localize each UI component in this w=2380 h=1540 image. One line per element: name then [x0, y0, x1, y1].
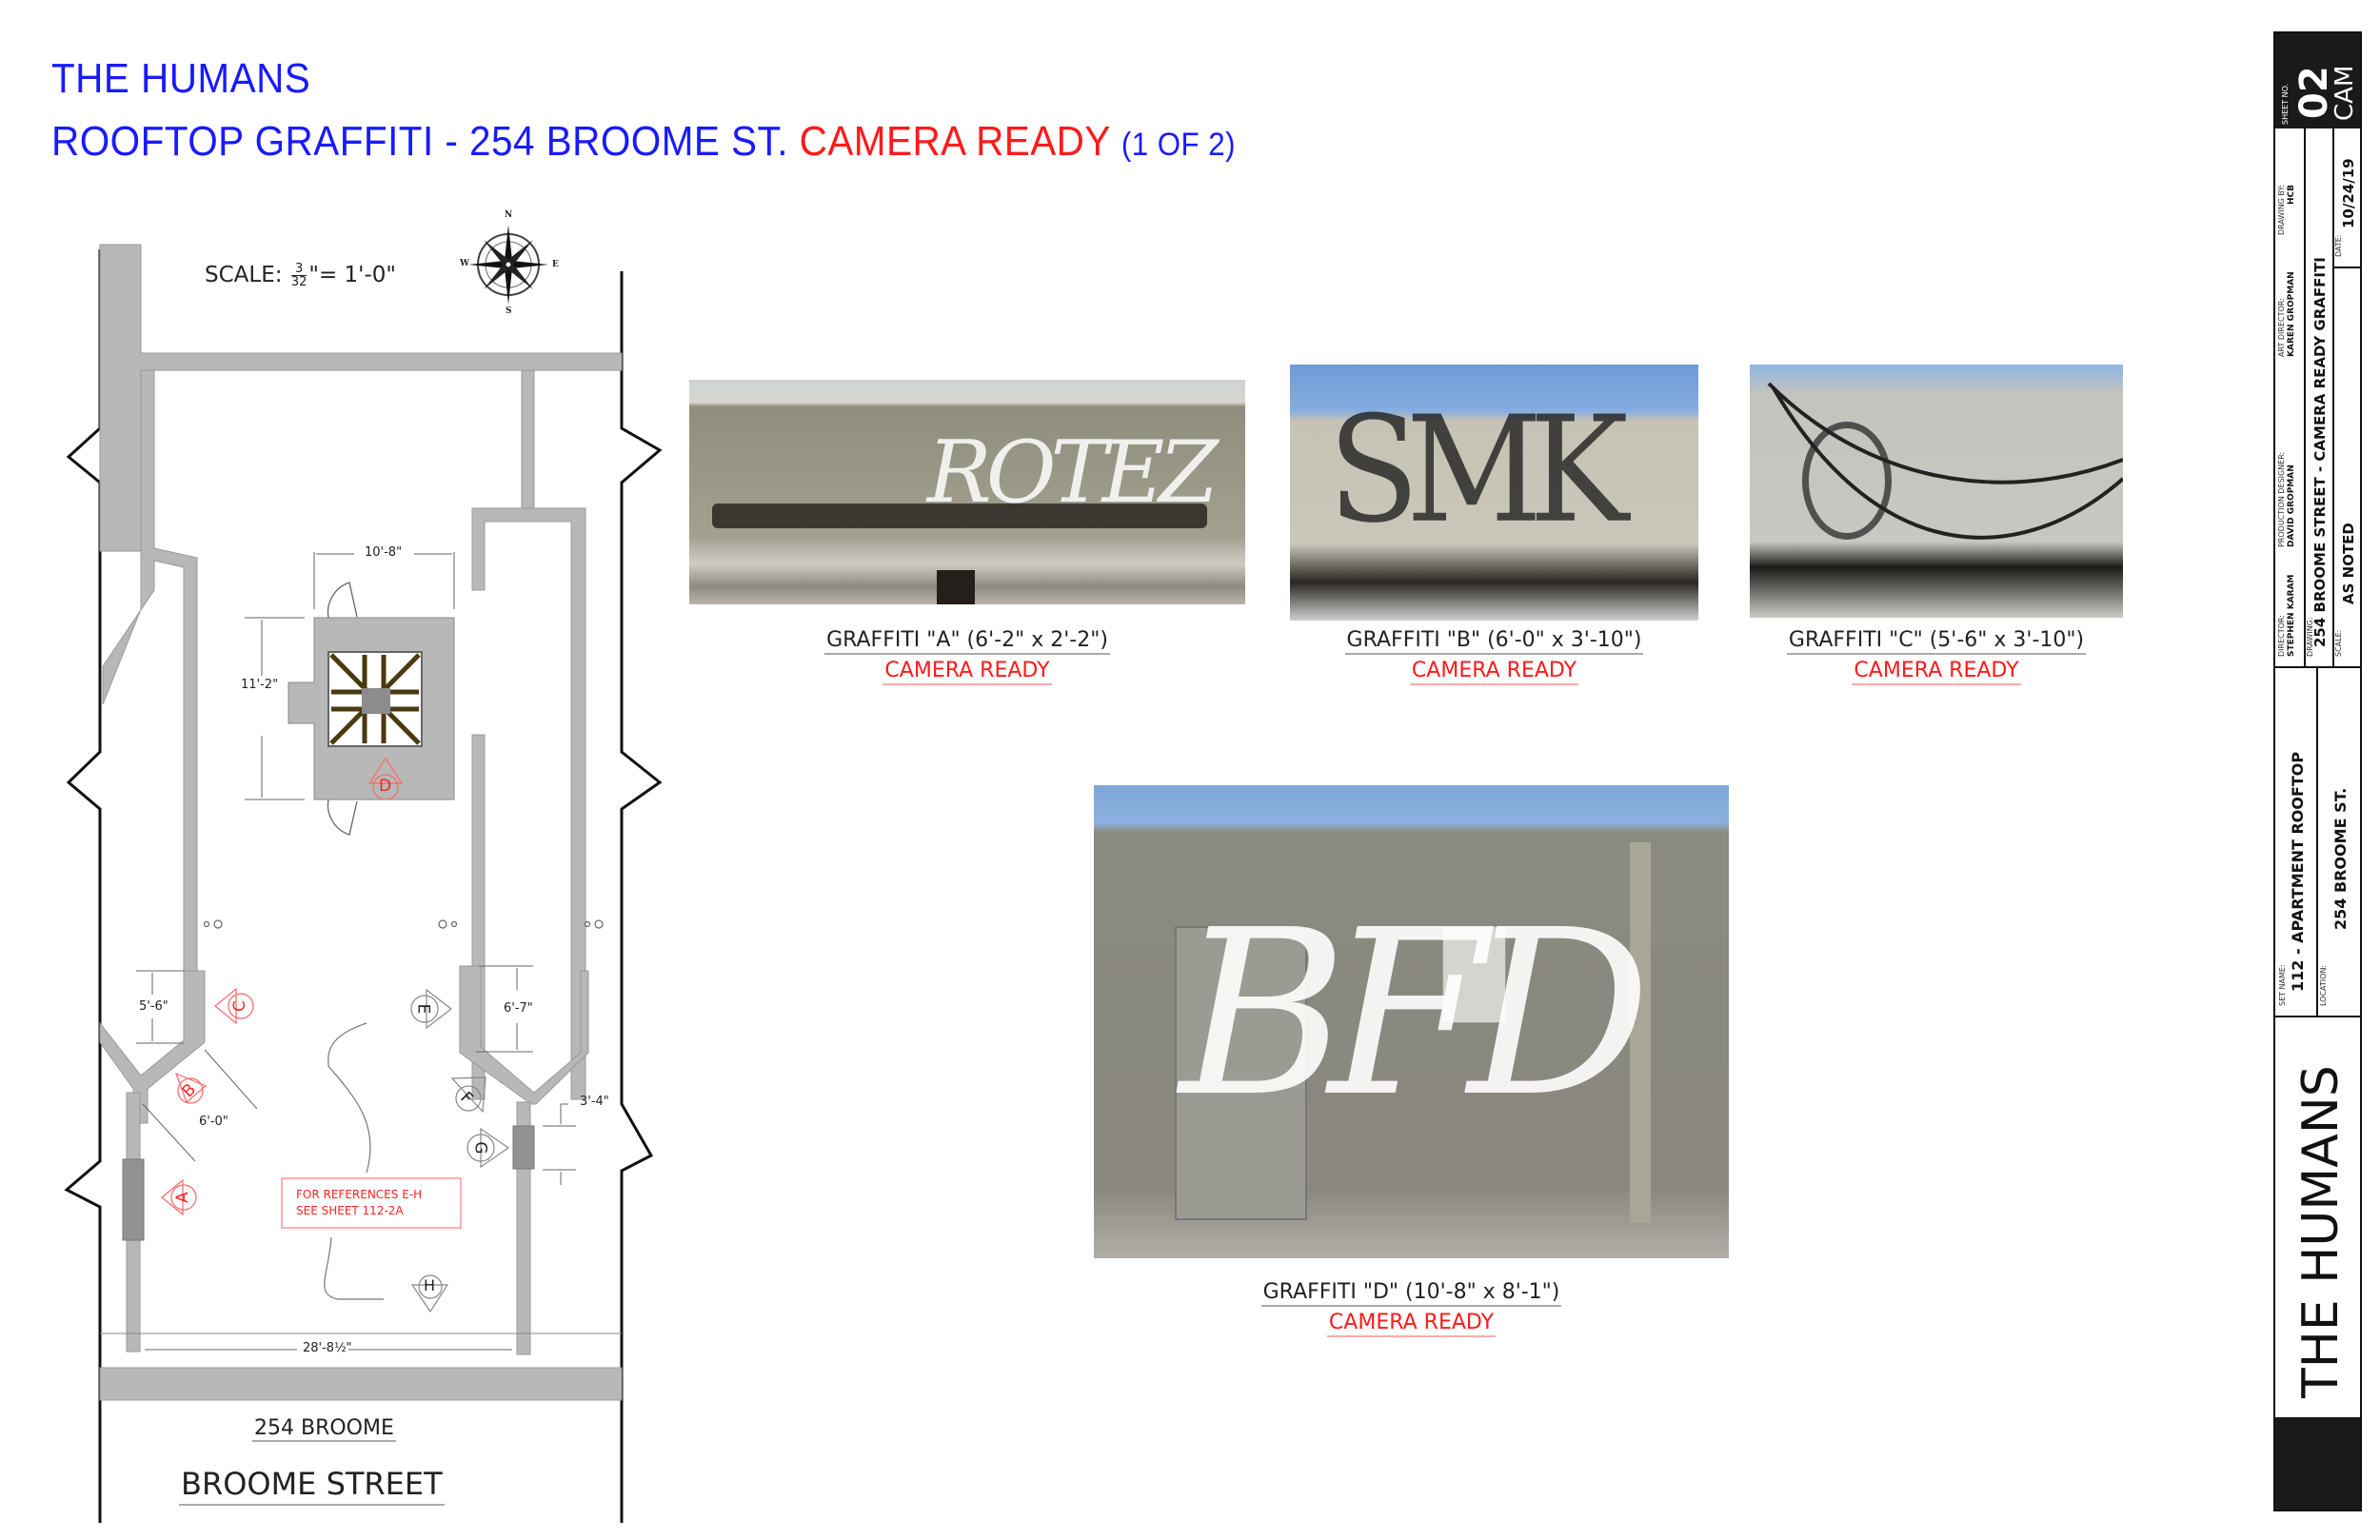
- scale: AS NOTED: [2340, 523, 2357, 604]
- sheet-page-count: (1 OF 2): [1121, 127, 1236, 163]
- tar-patch: [937, 570, 975, 604]
- skylight-center: [362, 688, 390, 714]
- dim-e-span: 6'-7": [504, 1001, 533, 1016]
- building-label: 254 BROOME: [252, 1416, 396, 1442]
- production-designer-label: PRODUCTION DESIGNER:: [2277, 451, 2286, 547]
- caption-b-status: CAMERA READY: [1409, 659, 1579, 685]
- compass-rose-icon: [468, 225, 548, 305]
- reference-note: FOR REFERENCES E-H SEE SHEET 112-2A: [296, 1187, 422, 1219]
- marker-c-label: C: [229, 1000, 249, 1012]
- drawing-name: 254 BROOME STREET - CAMERA READY GRAFFIT…: [2311, 257, 2329, 647]
- drawing-by: HCB: [2287, 185, 2296, 205]
- show-title-vertical: THE HUMANS: [2292, 1065, 2350, 1398]
- date: 10/24/19: [2340, 158, 2357, 228]
- dim-bulkhead-depth: 11'-2": [241, 678, 279, 692]
- property-line-right: [620, 271, 663, 1523]
- marker-a-label: A: [172, 1192, 192, 1203]
- caption-graffiti-c: GRAFFITI "C" (5'-6" x 3'-10") CAMERA REA…: [1750, 628, 2123, 685]
- director: STEPHEN KARAM: [2287, 574, 2296, 657]
- title-block-footer: [2275, 1417, 2360, 1510]
- front-parapet: [99, 1367, 623, 1401]
- location-cell: LOCATION: 254 BROOME ST.: [2316, 668, 2360, 1017]
- set-name: 112 - APARTMENT ROOFTOP: [2289, 751, 2307, 992]
- graffiti-tag-d: BFD: [1180, 880, 1651, 1147]
- marker-d-label: D: [379, 777, 392, 796]
- caption-a-title: GRAFFITI "A" (6'-2" x 2'-2"): [824, 628, 1110, 655]
- property-line-left: [64, 249, 102, 1523]
- caption-d-title: GRAFFITI "D" (10'-8" x 8'-1"): [1260, 1280, 1562, 1307]
- credits-column: DIRECTOR: STEPHEN KARAM PRODUCTION DESIG…: [2275, 128, 2306, 668]
- drawing-by-label: DRAWING BY:: [2277, 185, 2286, 235]
- caption-graffiti-d: GRAFFITI "D" (10'-8" x 8'-1") CAMERA REA…: [1094, 1280, 1729, 1337]
- roof-plan: N S W E SCALE: 3 32 "= 1'-0" 10'-8" 11'-…: [0, 0, 685, 1540]
- photo-graffiti-a[interactable]: ROTEZ: [689, 380, 1245, 604]
- production-designer: DAVID GROPMAN: [2287, 464, 2296, 547]
- dim-b-span: 6'-0": [199, 1115, 228, 1129]
- scale-value: "= 1'-0": [308, 263, 396, 287]
- marker-e-label: E: [413, 1003, 433, 1015]
- door-swing: [327, 799, 358, 836]
- caption-a-status: CAMERA READY: [883, 659, 1052, 685]
- art-director-label: ART DIRECTOR:: [2277, 298, 2286, 357]
- cables: [1767, 382, 2123, 540]
- roof-plan-drawing: [64, 225, 663, 1523]
- dim-c-span: 5'-6": [139, 999, 169, 1014]
- reference-note-line2: SEE SHEET 112-2A: [296, 1204, 404, 1217]
- sheet-number-box: SHEET NO. 02 CAM: [2275, 33, 2360, 128]
- street-label: BROOME STREET: [179, 1466, 445, 1506]
- graffiti-tag-a: ROTEZ: [927, 423, 1219, 523]
- sheet-no-label: SHEET NO.: [2281, 83, 2290, 125]
- plan-scale: SCALE: 3 32 "= 1'-0": [205, 263, 396, 288]
- dim-total-width: 28'-8½": [303, 1341, 352, 1355]
- sheet-suffix: CAM: [2330, 65, 2359, 121]
- reference-note-line1: FOR REFERENCES E-H: [296, 1188, 423, 1201]
- photo-graffiti-b[interactable]: SMK: [1290, 365, 1698, 621]
- scale-label: SCALE:: [2334, 629, 2343, 657]
- leader-line: [324, 1236, 384, 1300]
- director-label: DIRECTOR:: [2277, 615, 2286, 657]
- roof-drains: [203, 919, 604, 929]
- title-block: SHEET NO. 02 CAM DIRECTOR: STEPHEN KARAM…: [2273, 31, 2362, 1511]
- compass-n: N: [505, 210, 513, 220]
- dim-g-span: 3'-4": [580, 1095, 609, 1109]
- compass-s: S: [506, 306, 512, 316]
- chimney: [512, 1125, 535, 1170]
- location: 254 BROOME ST.: [2331, 787, 2350, 930]
- leader-line: [327, 1022, 371, 1174]
- compass-e: E: [552, 260, 559, 269]
- photo-graffiti-c[interactable]: [1750, 365, 2123, 618]
- sheet-status: CAMERA READY: [799, 118, 1111, 165]
- marker-g-label: G: [470, 1141, 490, 1155]
- caption-b-title: GRAFFITI "B" (6'-0" x 3'-10"): [1344, 628, 1644, 655]
- date-label: DATE:: [2334, 234, 2343, 257]
- location-label: LOCATION:: [2319, 964, 2328, 1006]
- caption-graffiti-a: GRAFFITI "A" (6'-2" x 2'-2") CAMERA READ…: [689, 628, 1245, 685]
- art-director: KAREN GROPMAN: [2287, 271, 2296, 357]
- parapet-wall: [99, 244, 623, 552]
- scale-numerator: 3: [290, 263, 307, 276]
- compass-w: W: [460, 259, 470, 268]
- photo-graffiti-d[interactable]: BFD: [1094, 785, 1729, 1258]
- date-cell: DATE: 10/24/19: [2332, 128, 2360, 268]
- scale-denominator: 32: [290, 275, 307, 289]
- caption-graffiti-b: GRAFFITI "B" (6'-0" x 3'-10") CAMERA REA…: [1290, 628, 1698, 685]
- partition-wall: [521, 369, 535, 514]
- caption-c-status: CAMERA READY: [1852, 659, 2021, 685]
- set-name-cell: SET NAME: 112 - APARTMENT ROOFTOP: [2275, 668, 2318, 1017]
- marker-h-label: H: [424, 1276, 436, 1294]
- caption-c-title: GRAFFITI "C" (5'-6" x 3'-10"): [1786, 628, 2087, 655]
- graffiti-tag-b: SMK: [1328, 385, 1629, 557]
- door-swing: [327, 582, 358, 619]
- chimney: [122, 1158, 145, 1241]
- show-title-cell: THE HUMANS: [2275, 1017, 2360, 1417]
- drain-pipe: [1630, 842, 1651, 1223]
- scale-date-column: DATE: 10/24/19 SCALE: AS NOTED: [2332, 128, 2360, 668]
- caption-d-status: CAMERA READY: [1326, 1311, 1497, 1337]
- set-name-label: SET NAME:: [2278, 964, 2287, 1006]
- drawing-column: DRAWING: 254 BROOME STREET - CAMERA READ…: [2304, 128, 2334, 668]
- dim-bulkhead-width: 10'-8": [365, 545, 403, 560]
- scale-label: SCALE:: [205, 263, 283, 287]
